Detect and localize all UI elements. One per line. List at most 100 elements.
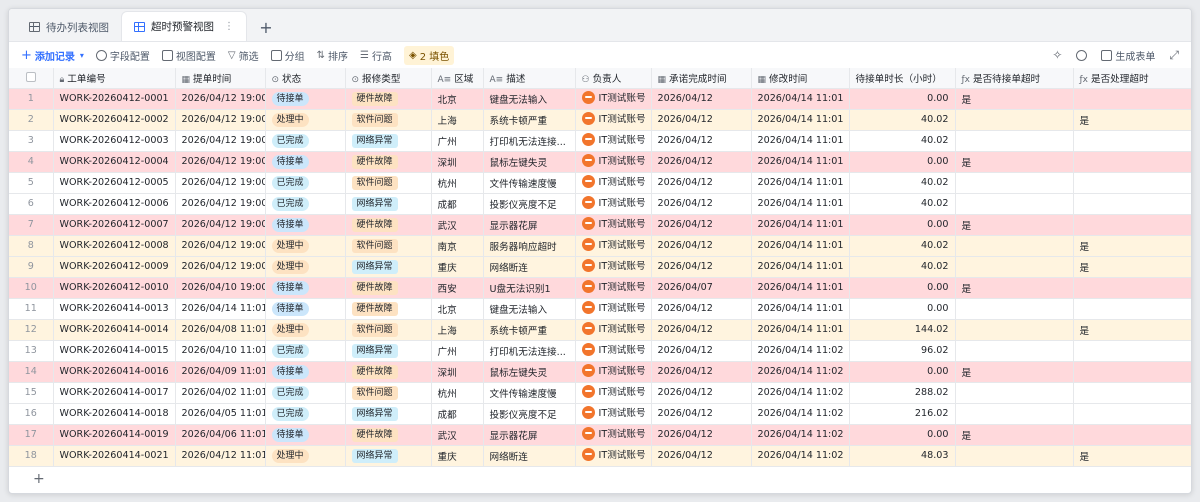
description-cell[interactable]: 打印机无法连接... — [483, 130, 576, 152]
submit-time-cell[interactable]: 2026/04/09 11:01 — [175, 361, 266, 383]
repair-type-cell[interactable]: 硬件故障 — [345, 277, 432, 299]
status-cell[interactable]: 待接单 — [265, 298, 346, 320]
repair-type-cell[interactable]: 硬件故障 — [345, 151, 432, 173]
ticket-id-cell[interactable]: WORK-20260412-0005 — [53, 172, 176, 194]
assignee-cell[interactable]: IT测试账号 — [575, 109, 652, 131]
tab-todo-list-view[interactable]: 待办列表视图 — [17, 13, 121, 41]
table-row[interactable]: 8 WORK-20260412-0008 2026/04/12 19:00 处理中 软件… — [9, 235, 1191, 257]
processing-timeout-cell[interactable] — [1073, 361, 1191, 383]
pending-timeout-cell[interactable] — [955, 193, 1074, 215]
processing-timeout-cell[interactable] — [1073, 88, 1191, 110]
table-row[interactable]: 6 WORK-20260412-0006 2026/04/12 19:00 已完成 网络… — [9, 193, 1191, 215]
processing-timeout-cell[interactable] — [1073, 382, 1191, 404]
ticket-id-cell[interactable]: WORK-20260412-0008 — [53, 235, 176, 257]
area-cell[interactable]: 广州 — [431, 130, 484, 152]
repair-type-cell[interactable]: 软件问题 — [345, 109, 432, 131]
submit-time-cell[interactable]: 2026/04/12 19:00 — [175, 88, 266, 110]
modified-time-cell[interactable]: 2026/04/14 11:02 — [751, 382, 850, 404]
assignee-cell[interactable]: IT测试账号 — [575, 214, 652, 236]
group-button[interactable]: 分组 — [270, 48, 305, 63]
column-header[interactable]: ▦ 修改时间 — [751, 68, 850, 89]
pending-timeout-cell[interactable] — [955, 298, 1074, 320]
status-cell[interactable]: 待接单 — [265, 424, 346, 446]
add-row-button[interactable]: + — [33, 471, 45, 487]
repair-type-cell[interactable]: 软件问题 — [345, 172, 432, 194]
status-cell[interactable]: 已完成 — [265, 403, 346, 425]
pending-timeout-cell[interactable] — [955, 130, 1074, 152]
column-header[interactable]: ▦ 承诺完成时间 — [651, 68, 752, 89]
table-row[interactable]: 1 WORK-20260412-0001 2026/04/12 19:00 待接单 硬件… — [9, 88, 1191, 110]
table-row[interactable]: 9 WORK-20260412-0009 2026/04/12 19:00 处理中 网络… — [9, 256, 1191, 278]
submit-time-cell[interactable]: 2026/04/02 11:01 — [175, 382, 266, 404]
due-date-cell[interactable]: 2026/04/12 — [651, 361, 752, 383]
pending-timeout-cell[interactable]: 是 — [955, 214, 1074, 236]
description-cell[interactable]: 文件传输速度慢 — [483, 172, 576, 194]
area-cell[interactable]: 深圳 — [431, 151, 484, 173]
view-config-button[interactable]: 视图配置 — [161, 48, 216, 63]
pending-timeout-cell[interactable] — [955, 256, 1074, 278]
assignee-cell[interactable]: IT测试账号 — [575, 172, 652, 194]
ticket-id-cell[interactable]: WORK-20260412-0006 — [53, 193, 176, 215]
ticket-id-cell[interactable]: WORK-20260414-0013 — [53, 298, 176, 320]
pending-hours-cell[interactable]: 216.02 — [849, 403, 956, 425]
table-row[interactable]: 16 WORK-20260414-0018 2026/04/05 11:01 已完成 网… — [9, 403, 1191, 425]
submit-time-cell[interactable]: 2026/04/14 11:01 — [175, 298, 266, 320]
area-cell[interactable]: 杭州 — [431, 172, 484, 194]
repair-type-cell[interactable]: 软件问题 — [345, 382, 432, 404]
pending-hours-cell[interactable]: 0.00 — [849, 151, 956, 173]
pending-hours-cell[interactable]: 0.00 — [849, 88, 956, 110]
due-date-cell[interactable]: 2026/04/12 — [651, 403, 752, 425]
processing-timeout-cell[interactable]: 是 — [1073, 319, 1191, 341]
modified-time-cell[interactable]: 2026/04/14 11:01 — [751, 277, 850, 299]
submit-time-cell[interactable]: 2026/04/12 19:00 — [175, 193, 266, 215]
due-date-cell[interactable]: 2026/04/12 — [651, 382, 752, 404]
add-view-button[interactable]: + — [253, 13, 279, 41]
status-cell[interactable]: 处理中 — [265, 109, 346, 131]
pending-timeout-cell[interactable] — [955, 109, 1074, 131]
due-date-cell[interactable]: 2026/04/07 — [651, 277, 752, 299]
due-date-cell[interactable]: 2026/04/12 — [651, 319, 752, 341]
table-row[interactable]: 14 WORK-20260414-0016 2026/04/09 11:01 待接单 硬… — [9, 361, 1191, 383]
submit-time-cell[interactable]: 2026/04/12 11:01 — [175, 445, 266, 467]
status-cell[interactable]: 已完成 — [265, 382, 346, 404]
due-date-cell[interactable]: 2026/04/12 — [651, 256, 752, 278]
area-cell[interactable]: 深圳 — [431, 361, 484, 383]
modified-time-cell[interactable]: 2026/04/14 11:01 — [751, 193, 850, 215]
ticket-id-cell[interactable]: WORK-20260412-0003 — [53, 130, 176, 152]
tab-timeout-warning-view[interactable]: 超时预警视图 ⋮ — [121, 11, 247, 41]
due-date-cell[interactable]: 2026/04/12 — [651, 235, 752, 257]
due-date-cell[interactable]: 2026/04/12 — [651, 130, 752, 152]
ticket-id-cell[interactable]: WORK-20260414-0017 — [53, 382, 176, 404]
pending-hours-cell[interactable]: 0.00 — [849, 214, 956, 236]
table-row[interactable]: 2 WORK-20260412-0002 2026/04/12 19:00 处理中 软件… — [9, 109, 1191, 131]
processing-timeout-cell[interactable] — [1073, 340, 1191, 362]
repair-type-cell[interactable]: 硬件故障 — [345, 88, 432, 110]
pending-hours-cell[interactable]: 0.00 — [849, 277, 956, 299]
submit-time-cell[interactable]: 2026/04/10 11:01 — [175, 340, 266, 362]
area-cell[interactable]: 武汉 — [431, 424, 484, 446]
processing-timeout-cell[interactable] — [1073, 193, 1191, 215]
repair-type-cell[interactable]: 硬件故障 — [345, 298, 432, 320]
area-cell[interactable]: 上海 — [431, 319, 484, 341]
submit-time-cell[interactable]: 2026/04/10 19:00 — [175, 277, 266, 299]
pending-hours-cell[interactable]: 40.02 — [849, 172, 956, 194]
due-date-cell[interactable]: 2026/04/12 — [651, 445, 752, 467]
modified-time-cell[interactable]: 2026/04/14 11:01 — [751, 235, 850, 257]
column-header[interactable]: ƒx 是否处理超时 — [1073, 68, 1191, 89]
pending-timeout-cell[interactable] — [955, 445, 1074, 467]
description-cell[interactable]: 网络断连 — [483, 445, 576, 467]
table-row[interactable]: 13 WORK-20260414-0015 2026/04/10 11:01 已完成 网… — [9, 340, 1191, 362]
modified-time-cell[interactable]: 2026/04/14 11:02 — [751, 445, 850, 467]
add-record-button[interactable]: + 添加记录 ▾ — [21, 48, 84, 63]
pending-timeout-cell[interactable]: 是 — [955, 151, 1074, 173]
assignee-cell[interactable]: IT测试账号 — [575, 193, 652, 215]
submit-time-cell[interactable]: 2026/04/12 19:00 — [175, 109, 266, 131]
due-date-cell[interactable]: 2026/04/12 — [651, 151, 752, 173]
column-header[interactable]: A≡ 描述 — [483, 68, 576, 89]
assignee-cell[interactable]: IT测试账号 — [575, 151, 652, 173]
ticket-id-cell[interactable]: WORK-20260412-0010 — [53, 277, 176, 299]
table-row[interactable]: 3 WORK-20260412-0003 2026/04/12 19:00 已完成 网络… — [9, 130, 1191, 152]
pending-timeout-cell[interactable]: 是 — [955, 424, 1074, 446]
table-row[interactable]: 11 WORK-20260414-0013 2026/04/14 11:01 待接单硬… — [9, 298, 1191, 320]
status-cell[interactable]: 处理中 — [265, 235, 346, 257]
